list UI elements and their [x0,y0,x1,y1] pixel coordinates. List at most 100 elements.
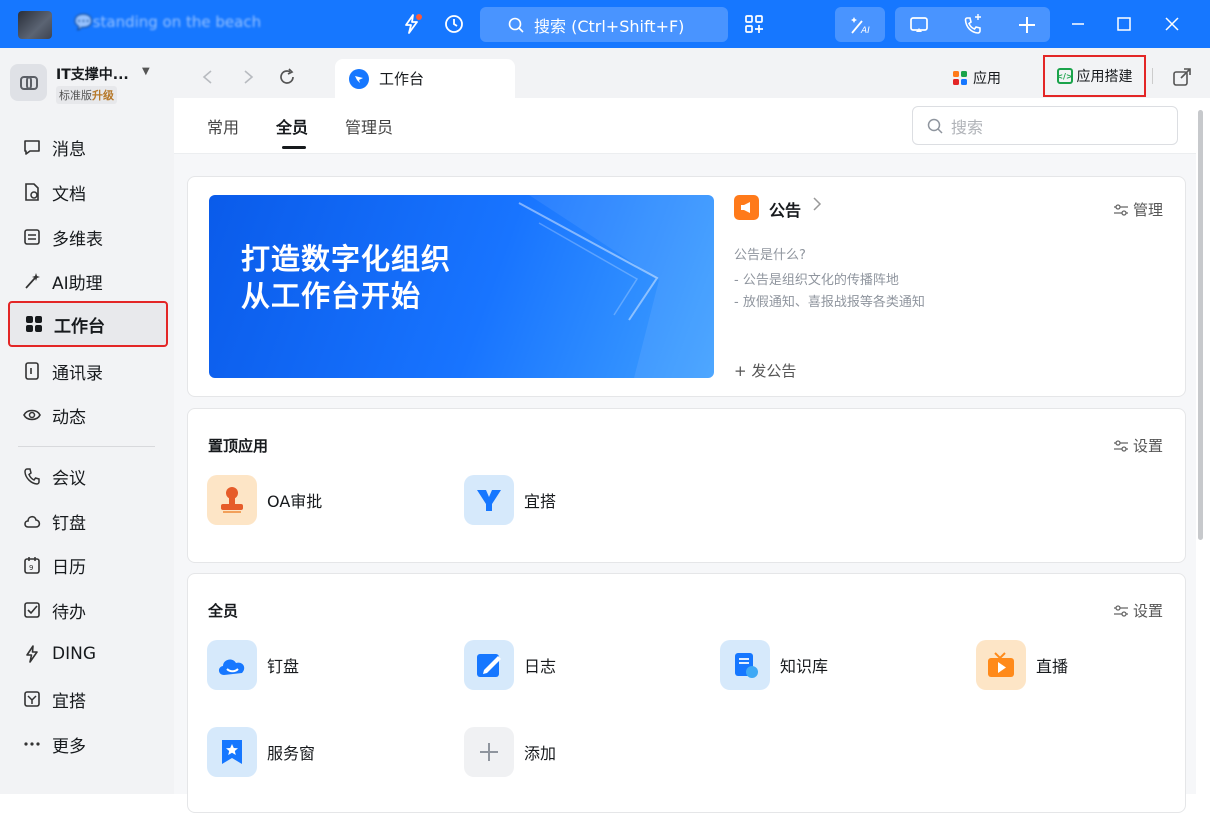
sidebar-item-label: AI助理 [52,273,103,294]
sidebar-item-label: 宜搭 [52,691,86,712]
stamp-icon [207,475,257,525]
open-external-icon[interactable] [1171,66,1193,88]
app-live[interactable]: 直播 [976,640,1068,690]
dingtalk-logo-icon [349,68,369,89]
refresh-icon[interactable] [276,66,298,88]
app-build-button[interactable]: </> 应用搭建 [1043,55,1146,97]
sidebar-item-workbench[interactable]: 工作台 [8,301,168,347]
pinned-settings-button[interactable]: 设置 [1113,435,1163,456]
contacts-icon [25,362,39,380]
apps-colored-icon [953,70,967,85]
sidebar-item-todo[interactable]: 待办 [8,590,166,630]
eye-icon [23,409,41,421]
toolbar-divider [1152,68,1153,84]
close-icon[interactable] [1158,10,1186,38]
sidebar-item-activity[interactable]: 动态 [8,395,166,435]
history-icon[interactable] [440,10,468,38]
sidebar-item-contacts[interactable]: 通讯录 [8,351,166,391]
sliders-icon [1114,439,1128,452]
tab-all-members[interactable]: 全员 [276,114,308,138]
lightning-notify-icon[interactable] [398,10,426,38]
grid-icon [26,316,42,332]
upgrade-link[interactable]: 升级 [92,89,114,102]
global-search[interactable]: 搜索 (Ctrl+Shift+F) [480,7,728,42]
table-icon [24,229,40,245]
chevron-right-icon[interactable] [812,196,822,216]
tab-admin[interactable]: 管理员 [345,114,393,138]
sidebar-item-label: 日历 [52,557,86,578]
sidebar-item-label: 工作台 [54,316,105,337]
apps-link[interactable]: 应用 [952,67,1000,89]
app-dingpan-label: 钉盘 [267,657,300,676]
forward-arrow-icon[interactable] [237,66,259,88]
sidebar-item-label: 钉盘 [52,513,86,534]
add-app-button[interactable]: 添加 [464,727,556,777]
minimize-icon[interactable] [1064,10,1092,38]
app-knowledge[interactable]: 知识库 [720,640,828,690]
org-logo-icon [10,64,47,101]
app-yida[interactable]: 宜搭 [464,475,556,525]
banner-line-2: 从工作台开始 [241,279,422,313]
log-icon [464,640,514,690]
app-dingpan[interactable]: 钉盘 [207,640,299,690]
sidebar-item-ding[interactable]: DING [8,634,166,674]
all-apps-title: 全员 [208,602,239,620]
workbench-search-input[interactable]: 搜索 [912,106,1178,145]
message-icon [24,140,40,155]
cloud-drive-icon [207,640,257,690]
all-apps-card [187,573,1186,813]
all-settings-label: 设置 [1133,602,1164,620]
call-icon[interactable] [959,11,987,39]
sidebar-item-meeting[interactable]: 会议 [8,456,166,496]
code-icon: </> [1056,68,1073,84]
sidebar-item-calendar[interactable]: 9 日历 [8,545,166,585]
org-switcher[interactable]: IT支撑中... ▼ 标准版升级 [10,62,170,106]
ai-button[interactable]: AI [835,7,885,42]
app-log[interactable]: 日志 [464,640,556,690]
app-oa-approval-label: OA审批 [267,492,323,511]
sidebar-item-dingpan[interactable]: 钉盘 [8,501,166,541]
banner-text: 打造数字化组织 从工作台开始 [241,241,451,315]
sidebar-item-label: 文档 [52,184,86,205]
tab-workbench[interactable]: 工作台 [335,59,515,98]
apps-label: 应用 [973,71,1000,87]
document-icon [25,183,39,201]
sidebar-item-messages[interactable]: 消息 [8,127,166,167]
screen-cast-icon[interactable] [905,11,933,39]
search-icon [927,118,943,134]
sidebar-item-more[interactable]: 更多 [8,724,166,764]
notice-manage-button[interactable]: 管理 [1113,199,1163,220]
yida-icon [24,691,40,707]
sidebar-item-multi-table[interactable]: 多维表 [8,217,166,257]
sidebar-item-docs[interactable]: 文档 [8,172,166,212]
ai-wand-icon: AI [851,16,870,36]
maximize-icon[interactable] [1110,10,1138,38]
app-service-window[interactable]: 服务窗 [207,727,315,777]
add-icon[interactable] [1013,11,1041,39]
more-icon [24,742,40,746]
pinned-apps-title: 置顶应用 [208,437,269,455]
svg-text:9: 9 [29,564,33,572]
user-status[interactable]: 💬standing on the beach [74,13,261,31]
sidebar-item-label: 消息 [52,139,86,160]
pinned-apps-card [187,408,1186,563]
tab-common[interactable]: 常用 [207,114,239,138]
all-settings-button[interactable]: 设置 [1113,600,1163,621]
back-arrow-icon[interactable] [197,66,219,88]
workbench-banner[interactable]: 打造数字化组织 从工作台开始 [209,195,714,378]
sidebar-item-label: DING [52,644,96,664]
sidebar-item-yida[interactable]: 宜搭 [8,679,166,719]
banner-line-1: 打造数字化组织 [241,242,452,276]
app-service-window-label: 服务窗 [267,744,316,763]
app-oa-approval[interactable]: OA审批 [207,475,322,525]
notice-title[interactable]: 公告 [769,197,801,221]
chevron-down-icon[interactable]: ▼ [142,66,150,77]
sidebar-item-label: 会议 [52,468,86,489]
apps-grid-icon[interactable] [740,10,768,38]
org-name: IT支撑中... [56,67,129,83]
post-notice-button[interactable]: + 发公告 [734,360,796,381]
app-yida-label: 宜搭 [524,492,557,511]
user-avatar[interactable] [18,11,52,39]
sidebar-item-ai-assistant[interactable]: AI助理 [8,261,166,301]
scrollbar[interactable] [1198,110,1203,540]
